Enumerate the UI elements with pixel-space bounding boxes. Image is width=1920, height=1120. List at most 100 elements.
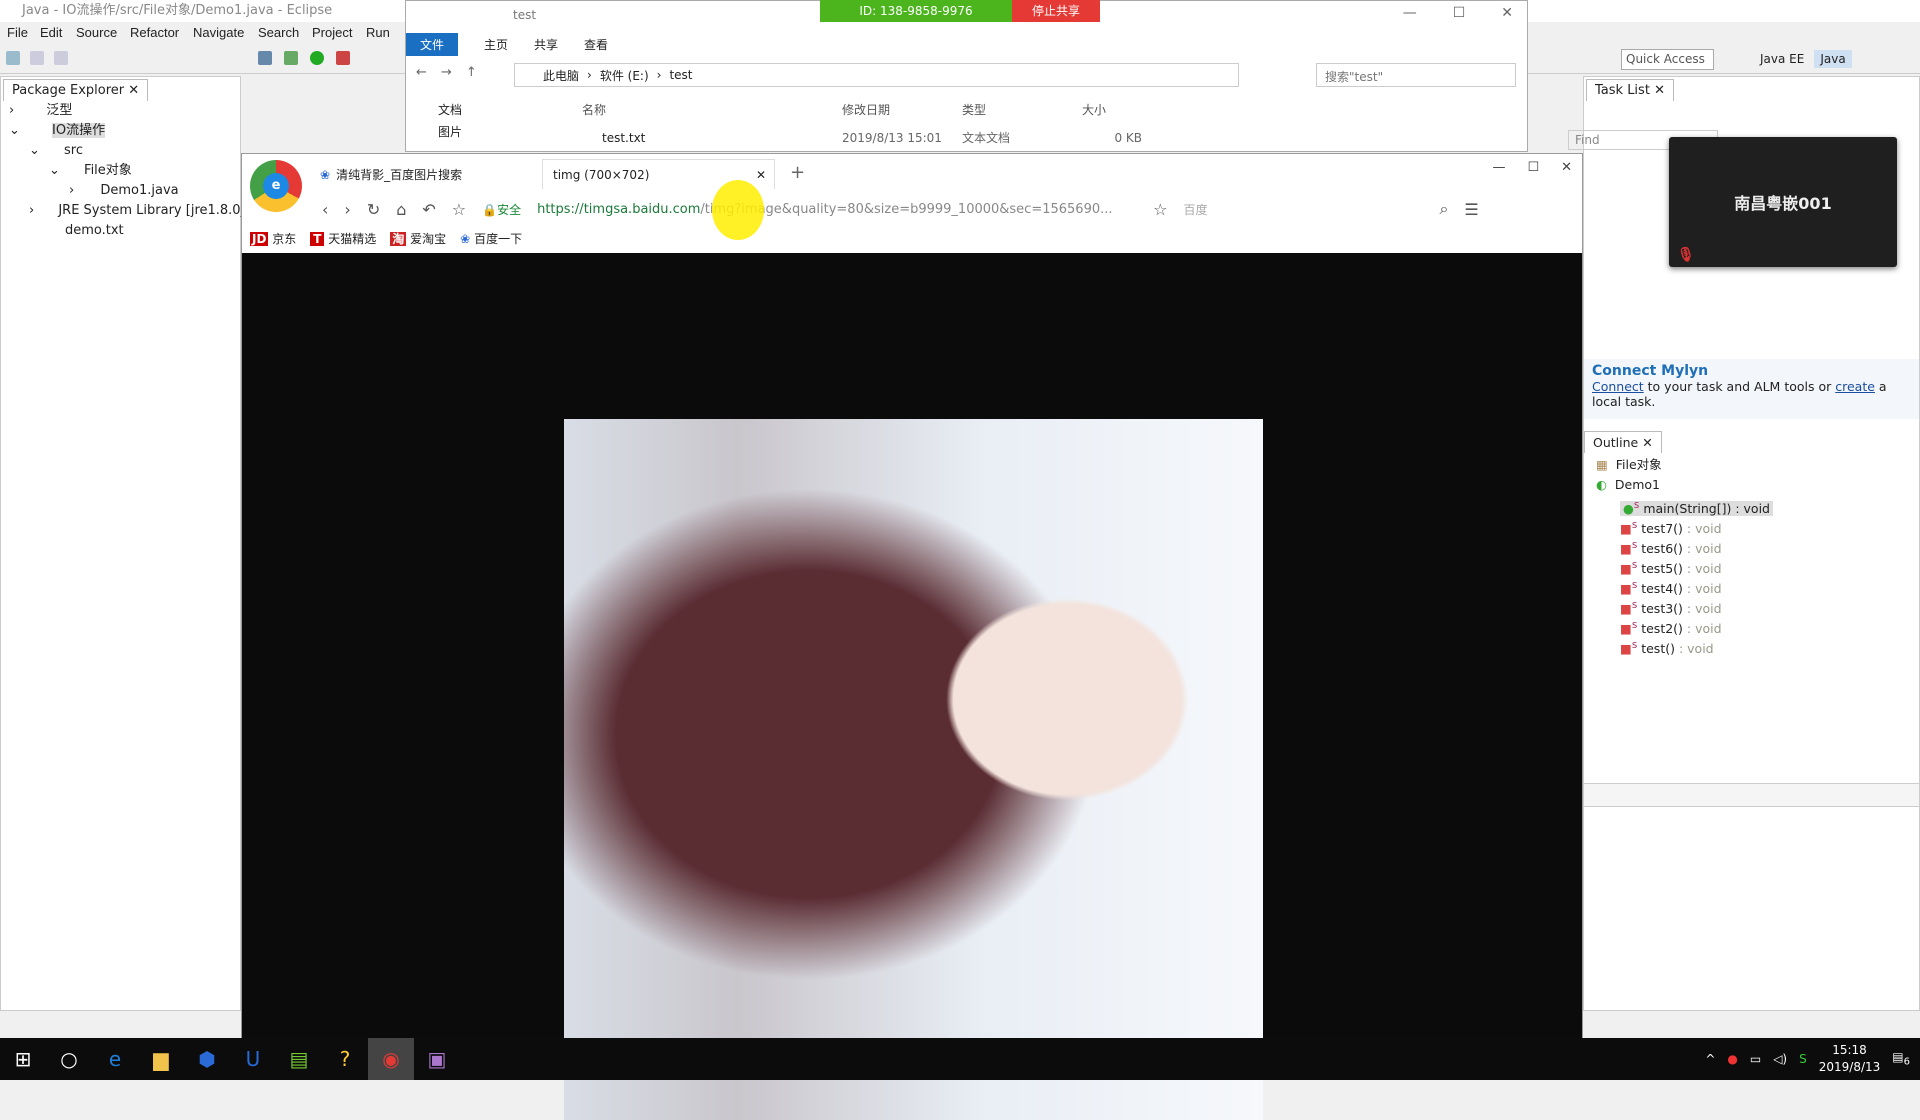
nav-documents[interactable]: 文档 bbox=[438, 99, 462, 121]
column-type[interactable]: 类型 bbox=[962, 101, 1082, 118]
close-icon[interactable]: ✕ bbox=[128, 83, 139, 98]
column-name[interactable]: 名称 bbox=[582, 101, 842, 118]
bookmark-jd[interactable]: JD 京东 bbox=[250, 230, 296, 247]
ribbon-tab-home[interactable]: 主页 bbox=[484, 36, 508, 53]
ribbon-tab-share[interactable]: 共享 bbox=[534, 36, 558, 53]
address-bar[interactable]: 此电脑 › 软件 (E:) › test bbox=[514, 63, 1239, 87]
tree-item[interactable]: ⌄ src bbox=[9, 141, 239, 161]
skip-breakpoints-icon[interactable] bbox=[258, 51, 272, 65]
url-bar[interactable]: https://timgsa.baidu.com/timg?image&qual… bbox=[537, 202, 1137, 217]
search-icon[interactable]: ○ bbox=[46, 1038, 92, 1080]
tree-item[interactable]: › 泛型 bbox=[9, 101, 239, 121]
close-button[interactable]: ✕ bbox=[1501, 5, 1513, 21]
forward-button[interactable]: → bbox=[441, 65, 452, 80]
tray-expand-icon[interactable]: ^ bbox=[1705, 1052, 1715, 1066]
qq-icon[interactable]: ● bbox=[1727, 1052, 1737, 1066]
menu-project[interactable]: Project bbox=[312, 25, 352, 40]
bookmark-tmall[interactable]: T 天猫精选 bbox=[310, 230, 376, 247]
search-engine-box[interactable]: 百度 bbox=[1183, 201, 1423, 218]
bookmark-aitaobao[interactable]: 淘 爱淘宝 bbox=[390, 230, 446, 247]
tree-item[interactable]: › JRE System Library [jre1.8.0_16 bbox=[9, 201, 264, 221]
ribbon-tab-view[interactable]: 查看 bbox=[584, 36, 608, 53]
outline-method[interactable]: ■s test3() : void bbox=[1596, 595, 1916, 616]
ribbon-tab-file[interactable]: 文件 bbox=[406, 32, 459, 56]
outline-method[interactable]: ●s main(String[]) : void bbox=[1596, 495, 1916, 517]
reload-button[interactable]: ↻ bbox=[367, 200, 380, 219]
new-icon[interactable] bbox=[6, 51, 20, 65]
menu-navigate[interactable]: Navigate bbox=[193, 25, 244, 40]
column-size[interactable]: 大小 bbox=[1082, 101, 1142, 118]
perspective-java-ee[interactable]: Java EE bbox=[1760, 52, 1804, 66]
menu-search[interactable]: Search bbox=[258, 25, 299, 40]
menu-icon[interactable]: ☰ bbox=[1464, 200, 1478, 219]
save-icon[interactable] bbox=[30, 51, 44, 65]
sync-icon[interactable]: S bbox=[1799, 1052, 1807, 1066]
tree-item[interactable]: ⌄ File对象 bbox=[9, 161, 239, 181]
browser-taskbar-icon[interactable]: ◉ bbox=[368, 1038, 414, 1080]
breadcrumb-item[interactable]: test bbox=[669, 68, 692, 82]
outline-method[interactable]: ■s test5() : void bbox=[1596, 555, 1916, 576]
connect-link[interactable]: Connect bbox=[1592, 379, 1644, 394]
bookmark-baidu[interactable]: ❀ 百度一下 bbox=[460, 230, 522, 247]
nav-pictures[interactable]: 图片 bbox=[438, 121, 462, 143]
menu-file[interactable]: File bbox=[7, 25, 28, 40]
save-all-icon[interactable] bbox=[54, 51, 68, 65]
outline-package[interactable]: ▦ File对象 bbox=[1596, 455, 1916, 475]
tree-item[interactable]: demo.txt bbox=[9, 221, 239, 241]
network-icon[interactable]: ▭ bbox=[1750, 1052, 1761, 1066]
stop-share-button[interactable]: 停止共享 bbox=[1012, 0, 1100, 22]
tab-baidu-search[interactable]: ❀ 清纯背影_百度图片搜索 bbox=[320, 166, 462, 183]
outline-method[interactable]: ■s test2() : void bbox=[1596, 615, 1916, 636]
create-link[interactable]: create bbox=[1835, 379, 1875, 394]
help-app-icon[interactable]: ? bbox=[322, 1038, 368, 1080]
tab-outline[interactable]: Outline ✕ bbox=[1584, 431, 1662, 453]
notepad-icon[interactable]: ▤ bbox=[276, 1038, 322, 1080]
outline-class[interactable]: ◐ Demo1 bbox=[1596, 475, 1916, 495]
edge-icon[interactable]: e bbox=[92, 1038, 138, 1080]
up-button[interactable]: ↑ bbox=[466, 65, 477, 80]
tab-package-explorer[interactable]: Package Explorer ✕ bbox=[3, 79, 149, 101]
outline-method[interactable]: ■s test6() : void bbox=[1596, 535, 1916, 556]
clock[interactable]: 15:18 2019/8/13 bbox=[1819, 1042, 1881, 1076]
external-tools-icon[interactable] bbox=[336, 51, 350, 65]
debug-icon[interactable] bbox=[284, 51, 298, 65]
breadcrumb-item[interactable]: 此电脑 bbox=[543, 67, 579, 84]
maximize-button[interactable]: ☐ bbox=[1527, 160, 1539, 175]
close-tab-icon[interactable]: ✕ bbox=[756, 168, 766, 182]
minimize-button[interactable]: — bbox=[1403, 5, 1417, 21]
new-tab-button[interactable]: + bbox=[790, 162, 805, 183]
tree-item[interactable]: › Demo1.java bbox=[9, 181, 239, 201]
notification-icon[interactable]: ▤6 bbox=[1892, 1050, 1910, 1067]
back-button[interactable]: ← bbox=[416, 65, 427, 80]
eclipse-taskbar-icon[interactable]: ▣ bbox=[414, 1038, 460, 1080]
run-icon[interactable] bbox=[310, 51, 324, 65]
search-icon[interactable]: ⌕ bbox=[1439, 199, 1448, 219]
menu-run[interactable]: Run bbox=[366, 25, 390, 40]
tree-item[interactable]: ⌄ IO流操作 bbox=[9, 121, 239, 141]
bookmark-star-button[interactable]: ☆ bbox=[452, 200, 466, 219]
volume-icon[interactable]: ◁) bbox=[1773, 1052, 1787, 1066]
close-icon[interactable]: ✕ bbox=[1642, 435, 1652, 450]
u-app-icon[interactable]: U bbox=[230, 1038, 276, 1080]
outline-method[interactable]: ■s test4() : void bbox=[1596, 575, 1916, 596]
quick-access-input[interactable]: Quick Access bbox=[1621, 49, 1714, 70]
menu-source[interactable]: Source bbox=[76, 25, 117, 40]
breadcrumb-item[interactable]: 软件 (E:) bbox=[600, 67, 649, 84]
close-icon[interactable]: ✕ bbox=[1654, 83, 1665, 98]
maximize-button[interactable]: ☐ bbox=[1453, 5, 1466, 21]
outline-method[interactable]: ■s test7() : void bbox=[1596, 515, 1916, 536]
undo-close-button[interactable]: ↶ bbox=[422, 200, 435, 219]
back-button[interactable]: ‹ bbox=[322, 200, 328, 219]
outline-method[interactable]: ■s test() : void bbox=[1596, 635, 1916, 656]
menu-refactor[interactable]: Refactor bbox=[130, 25, 179, 40]
column-date[interactable]: 修改日期 bbox=[842, 101, 962, 118]
favorite-icon[interactable]: ☆ bbox=[1153, 200, 1167, 219]
file-row[interactable]: test.txt 2019/8/13 15:01 文本文档 0 KB bbox=[582, 129, 1142, 146]
vpn-icon[interactable]: ⬢ bbox=[184, 1038, 230, 1080]
search-input[interactable]: 搜索"test" bbox=[1316, 63, 1516, 87]
tab-task-list[interactable]: Task List ✕ bbox=[1586, 79, 1674, 101]
file-explorer-icon[interactable]: ▆ bbox=[138, 1038, 184, 1080]
perspective-java[interactable]: Java bbox=[1814, 50, 1852, 68]
close-button[interactable]: ✕ bbox=[1561, 160, 1572, 175]
home-button[interactable]: ⌂ bbox=[396, 200, 406, 219]
